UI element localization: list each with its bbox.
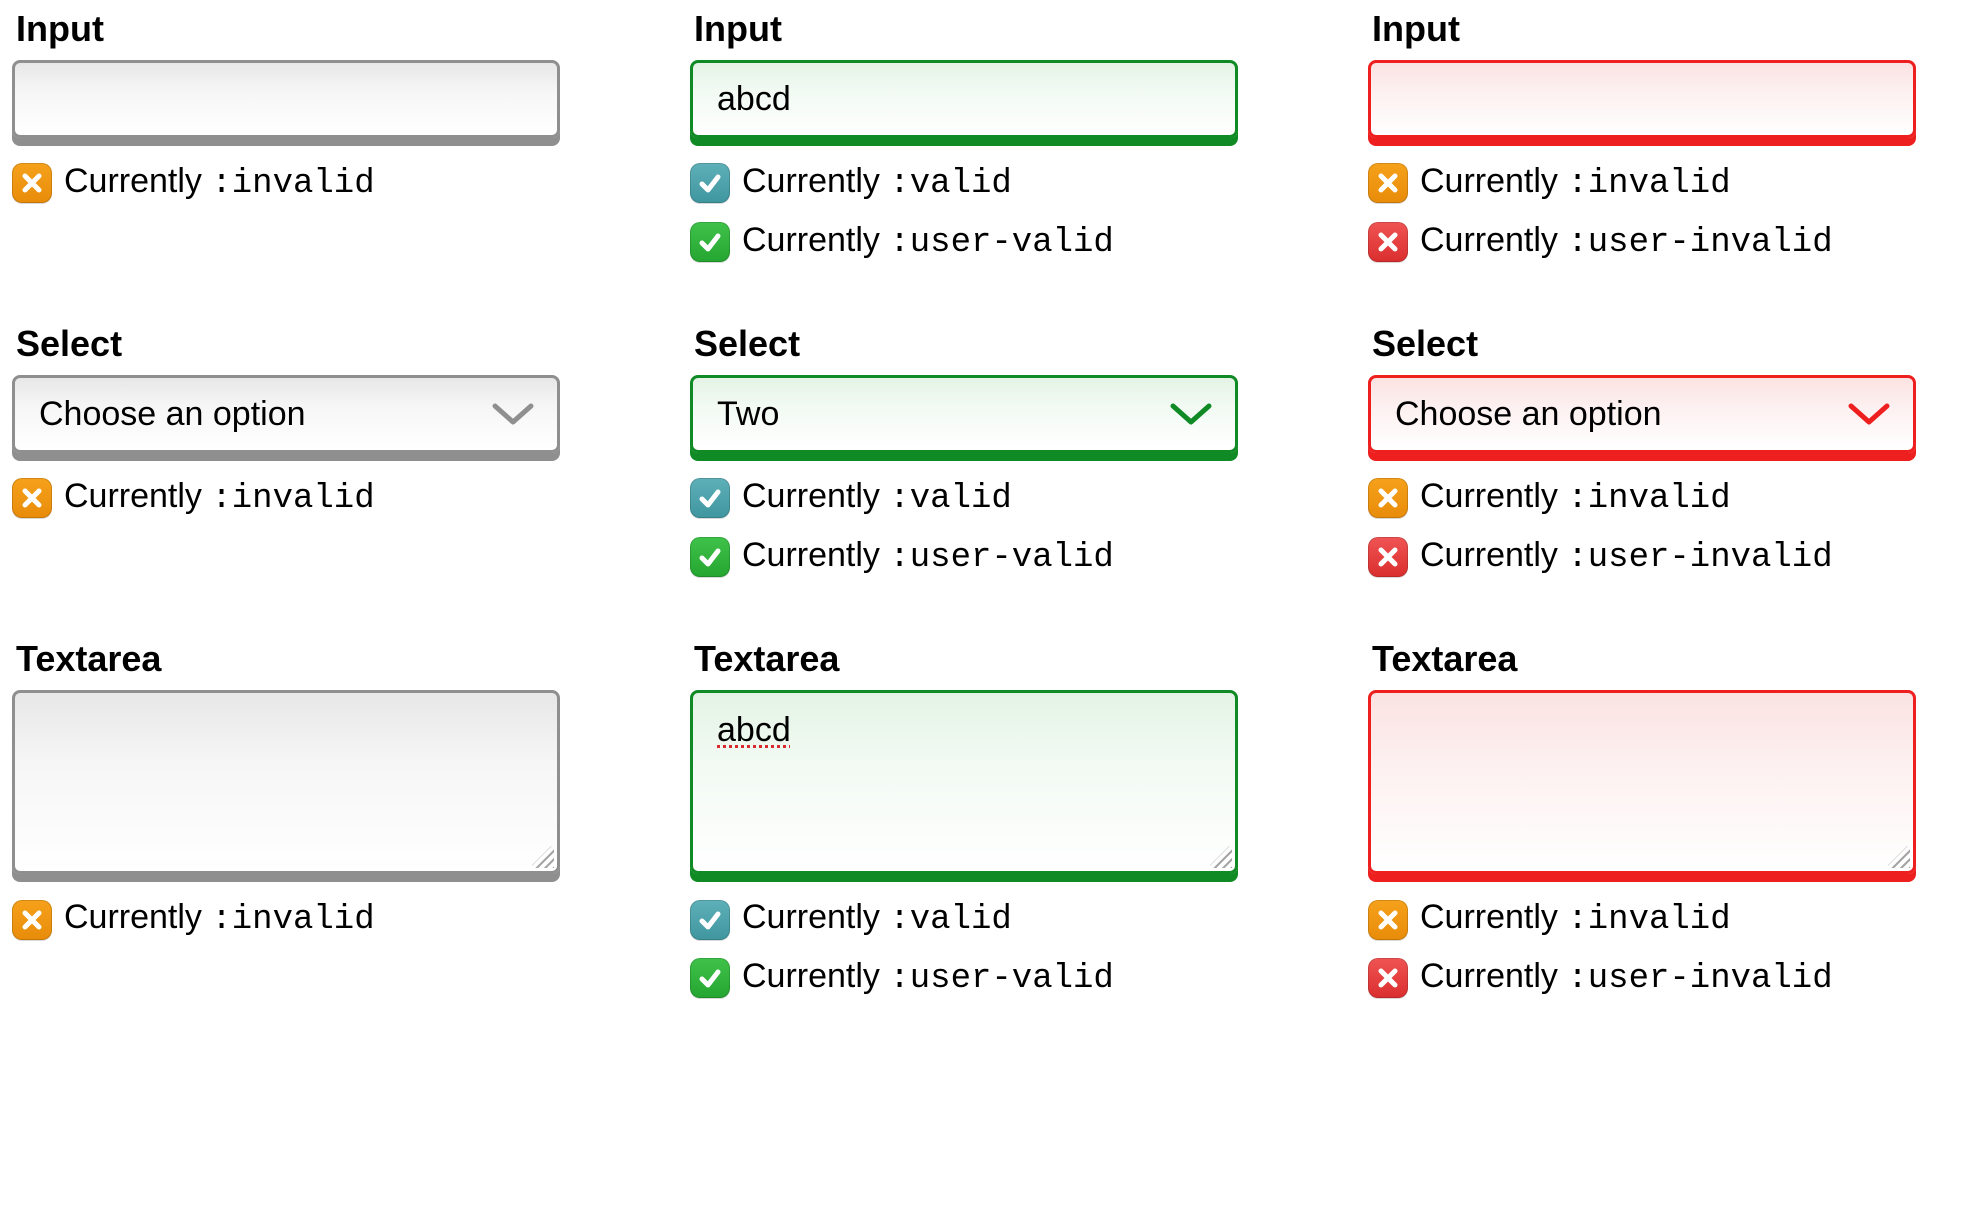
- x-icon: [1368, 478, 1408, 518]
- check-icon: [690, 478, 730, 518]
- textarea-invalid[interactable]: [1368, 690, 1916, 874]
- input-cell-neutral: Input Currently :invalid: [12, 8, 620, 267]
- status-invalid: Currently :invalid: [12, 473, 620, 524]
- text-input-invalid[interactable]: [1368, 60, 1916, 138]
- textarea-cell-valid: Textarea abcd abcd Currently :valid Curr…: [690, 638, 1298, 1003]
- x-icon: [12, 900, 52, 940]
- textarea-neutral[interactable]: [12, 690, 560, 874]
- select-invalid[interactable]: Choose an option: [1368, 375, 1916, 453]
- select-cell-neutral: Select Choose an option Currently :inval…: [12, 323, 620, 582]
- select-label: Select: [694, 323, 1298, 365]
- x-icon: [1368, 958, 1408, 998]
- input-label: Input: [694, 8, 1298, 50]
- text-input-neutral[interactable]: [12, 60, 560, 138]
- x-icon: [1368, 900, 1408, 940]
- check-icon: [690, 900, 730, 940]
- select-cell-invalid: Select Choose an option Currently :inval…: [1368, 323, 1976, 582]
- status-user-valid: Currently :user-valid: [690, 953, 1298, 1004]
- input-cell-invalid: Input Currently :invalid Currently :user…: [1368, 8, 1976, 267]
- x-icon: [12, 478, 52, 518]
- check-icon: [690, 163, 730, 203]
- textarea-cell-neutral: Textarea Currently :invalid: [12, 638, 620, 1003]
- status-valid: Currently :valid: [690, 473, 1298, 524]
- status-invalid: Currently :invalid: [1368, 894, 1976, 945]
- textarea-label: Textarea: [1372, 638, 1976, 680]
- select-cell-valid: Select Two Currently :valid Currently :u…: [690, 323, 1298, 582]
- x-icon: [12, 163, 52, 203]
- textarea-valid[interactable]: abcd: [690, 690, 1238, 874]
- status-user-invalid: Currently :user-invalid: [1368, 532, 1976, 583]
- textarea-label: Textarea: [694, 638, 1298, 680]
- status-invalid: Currently :invalid: [1368, 158, 1976, 209]
- status-invalid: Currently :invalid: [12, 894, 620, 945]
- status-user-valid: Currently :user-valid: [690, 217, 1298, 268]
- text-input-valid[interactable]: [690, 60, 1238, 138]
- status-valid: Currently :valid: [690, 158, 1298, 209]
- check-icon: [690, 537, 730, 577]
- check-icon: [690, 222, 730, 262]
- input-label: Input: [1372, 8, 1976, 50]
- status-user-invalid: Currently :user-invalid: [1368, 953, 1976, 1004]
- status-invalid: Currently :invalid: [1368, 473, 1976, 524]
- select-label: Select: [1372, 323, 1976, 365]
- status-user-valid: Currently :user-valid: [690, 532, 1298, 583]
- select-label: Select: [16, 323, 620, 365]
- textarea-label: Textarea: [16, 638, 620, 680]
- textarea-cell-invalid: Textarea Currently :invalid Currently :u…: [1368, 638, 1976, 1003]
- check-icon: [690, 958, 730, 998]
- input-cell-valid: Input Currently :valid Currently :user-v…: [690, 8, 1298, 267]
- status-user-invalid: Currently :user-invalid: [1368, 217, 1976, 268]
- x-icon: [1368, 537, 1408, 577]
- select-valid[interactable]: Two: [690, 375, 1238, 453]
- status-valid: Currently :valid: [690, 894, 1298, 945]
- select-neutral[interactable]: Choose an option: [12, 375, 560, 453]
- x-icon: [1368, 163, 1408, 203]
- status-invalid: Currently :invalid: [12, 158, 620, 209]
- input-label: Input: [16, 8, 620, 50]
- x-icon: [1368, 222, 1408, 262]
